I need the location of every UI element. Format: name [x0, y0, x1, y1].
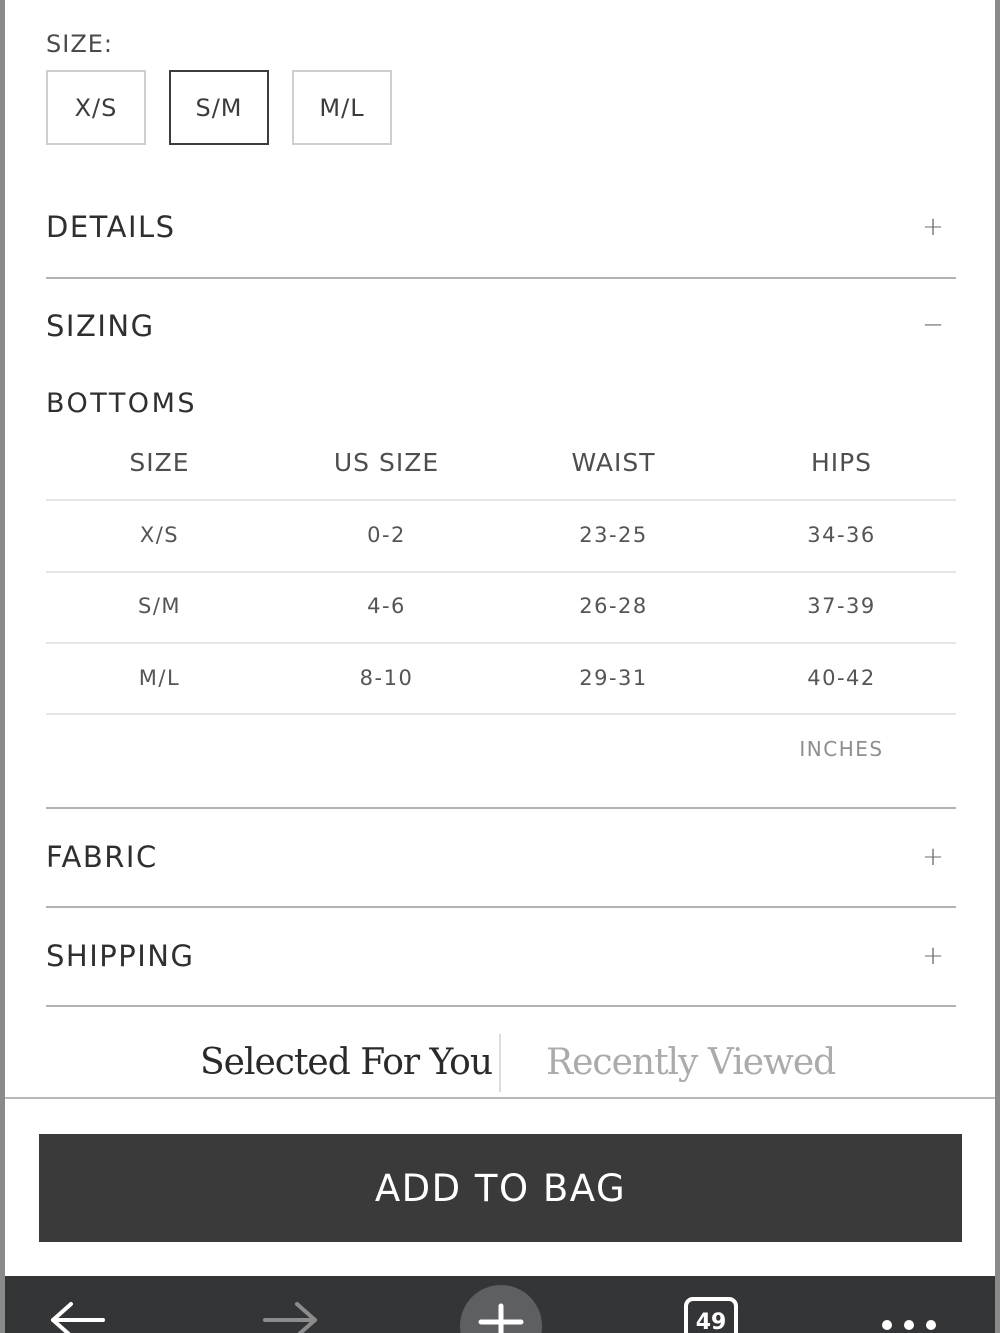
table-header-size: SIZE — [129, 448, 190, 477]
table-header-divider — [46, 499, 956, 501]
tab-selected-for-you[interactable]: Selected For You — [200, 1042, 493, 1083]
table-cell-waist: 29-31 — [579, 666, 648, 690]
table-header-us-size: US SIZE — [333, 448, 440, 477]
table-cell-hips: 37-39 — [807, 594, 876, 618]
fabric-expand-icon[interactable]: + — [915, 842, 951, 872]
table-row-divider — [46, 713, 956, 715]
table-cell-size: M/L — [138, 666, 181, 690]
tab-separator — [499, 1034, 501, 1092]
tab-recently-viewed[interactable]: Recently Viewed — [546, 1042, 836, 1083]
details-divider — [46, 277, 956, 279]
table-cell-us-size: 8-10 — [359, 666, 414, 690]
product-page: SIZE: X/S S/M M/L DETAILS + SIZING − BOT… — [5, 0, 995, 1333]
table-cell-waist: 26-28 — [579, 594, 648, 618]
sizing-accordion-title[interactable]: SIZING — [46, 309, 155, 343]
table-cell-size: X/S — [139, 523, 180, 547]
shipping-divider — [46, 1005, 956, 1007]
size-option-ml[interactable]: M/L — [292, 70, 392, 145]
size-option-sm[interactable]: S/M — [169, 70, 269, 145]
sizing-divider — [46, 807, 956, 809]
tabs-count-icon[interactable]: 49 — [684, 1297, 738, 1333]
bottoms-table-title: BOTTOMS — [46, 388, 197, 419]
new-tab-plus-icon[interactable] — [459, 1284, 543, 1333]
browser-toolbar: 49 — [5, 1276, 995, 1333]
table-cell-size: S/M — [137, 594, 182, 618]
size-label: SIZE: — [46, 30, 114, 58]
table-header-waist: WAIST — [571, 448, 656, 477]
table-cell-hips: 40-42 — [807, 666, 876, 690]
forward-arrow-icon[interactable] — [261, 1300, 319, 1333]
fabric-accordion-title[interactable]: FABRIC — [46, 840, 158, 874]
table-row-divider — [46, 642, 956, 644]
table-row-divider — [46, 571, 956, 573]
table-cell-us-size: 4-6 — [367, 594, 406, 618]
more-dots-icon[interactable] — [879, 1316, 941, 1333]
table-header-hips: HIPS — [810, 448, 873, 477]
table-cell-waist: 23-25 — [579, 523, 648, 547]
table-cell-hips: 34-36 — [807, 523, 876, 547]
details-accordion-title[interactable]: DETAILS — [46, 210, 176, 244]
table-unit-label: INCHES — [799, 737, 884, 761]
sizing-collapse-icon[interactable]: − — [915, 310, 951, 340]
fabric-divider — [46, 906, 956, 908]
shipping-accordion-title[interactable]: SHIPPING — [46, 939, 194, 973]
shipping-expand-icon[interactable]: + — [915, 941, 951, 971]
table-cell-us-size: 0-2 — [367, 523, 406, 547]
details-expand-icon[interactable]: + — [915, 212, 951, 242]
tabs-bottom-border — [5, 1097, 995, 1099]
tabs-count-label: 49 — [695, 1310, 727, 1333]
add-to-bag-button[interactable]: ADD TO BAG — [39, 1134, 962, 1242]
size-option-xs[interactable]: X/S — [46, 70, 146, 145]
back-arrow-icon[interactable] — [49, 1300, 107, 1333]
